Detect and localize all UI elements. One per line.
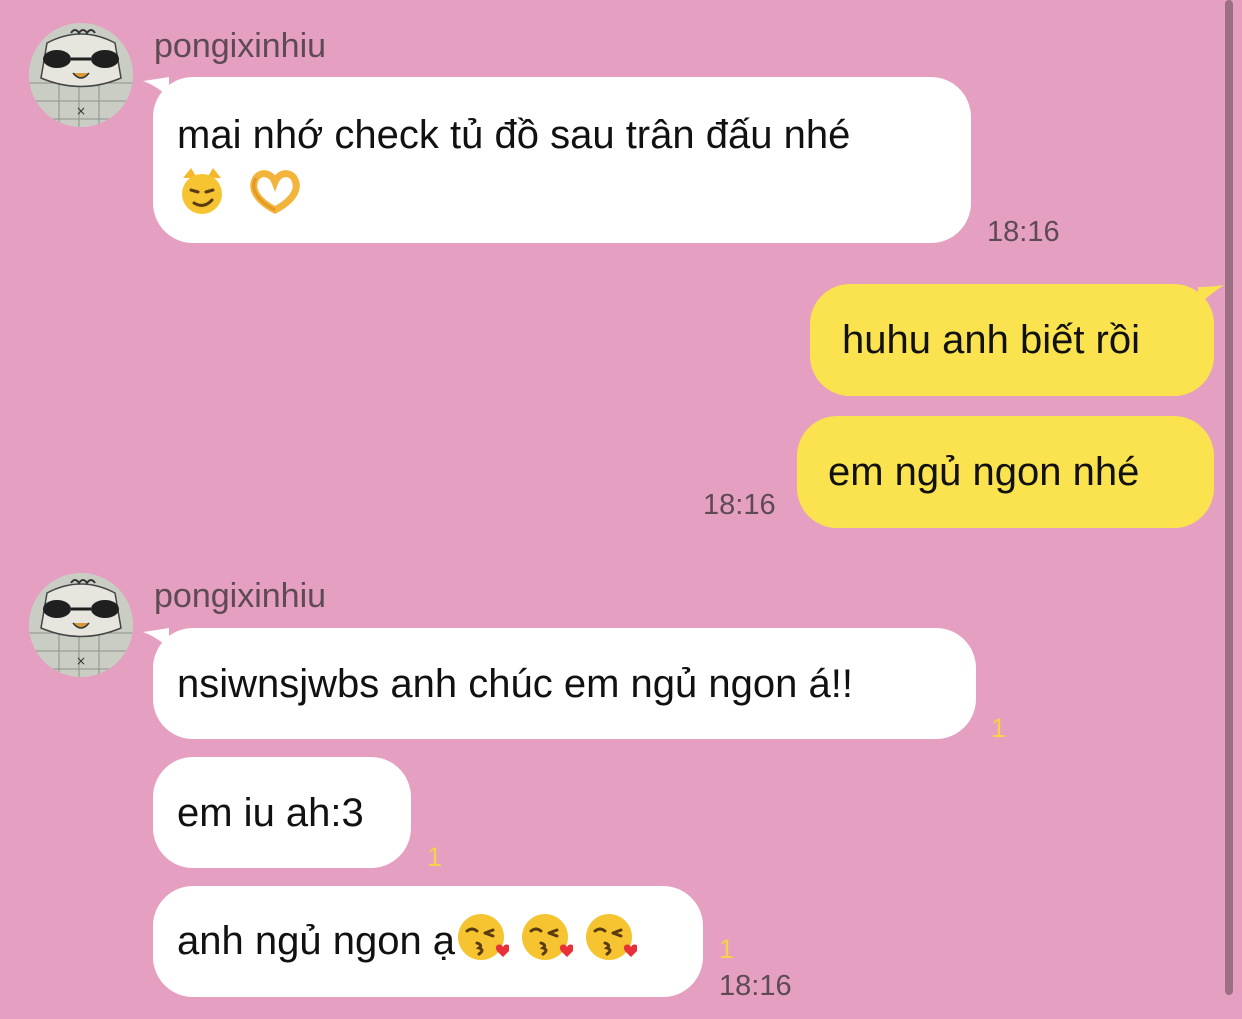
message-timestamp: 18:16 xyxy=(703,489,776,521)
incoming-message-bubble[interactable]: em iu ah:3 xyxy=(153,757,411,868)
kiss-heart-emoji xyxy=(586,914,638,961)
message-text: huhu anh biết rồi xyxy=(842,318,1141,362)
message-text: em iu ah:3 xyxy=(177,791,364,835)
cat-sunglasses-avatar-image: × xyxy=(29,23,133,127)
outgoing-message-bubble[interactable]: huhu anh biết rồi xyxy=(810,284,1214,396)
incoming-message-bubble[interactable]: anh ngủ ngon ạ xyxy=(153,886,703,997)
message-text: nsiwnsjwbs anh chúc em ngủ ngon á!! xyxy=(177,662,853,706)
message-timestamp: 18:16 xyxy=(987,216,1060,248)
message-text: mai nhớ check tủ đồ sau trân đấu nhé xyxy=(177,113,851,157)
message-text-content: anh ngủ ngon ạ xyxy=(177,919,456,963)
smirking-cat-emoji xyxy=(182,168,222,215)
incoming-message-bubble[interactable]: mai nhớ check tủ đồ sau trân đấu nhé xyxy=(153,77,971,243)
sender-name: pongixinhiu xyxy=(154,27,327,65)
cat-sunglasses-avatar-image: × xyxy=(29,573,133,677)
sender-name: pongixinhiu xyxy=(154,577,327,615)
heart-hands-emoji xyxy=(250,170,300,215)
svg-text:×: × xyxy=(76,104,86,118)
sender-avatar[interactable]: × xyxy=(29,573,133,677)
kiss-heart-emoji xyxy=(458,914,510,961)
message-text: anh ngủ ngon ạ xyxy=(177,914,638,966)
unread-count: 1 xyxy=(427,842,443,872)
incoming-bubble-tail xyxy=(143,77,169,97)
incoming-message-bubble[interactable]: nsiwnsjwbs anh chúc em ngủ ngon á!! xyxy=(153,628,976,739)
kiss-heart-emoji xyxy=(522,914,574,961)
incoming-bubble-tail xyxy=(143,628,169,648)
unread-count: 1 xyxy=(991,713,1007,743)
outgoing-message-bubble[interactable]: em ngủ ngon nhé xyxy=(797,416,1214,528)
svg-text:×: × xyxy=(76,654,86,668)
outgoing-bubble-tail xyxy=(1198,285,1224,305)
message-emoji-line xyxy=(177,164,304,216)
unread-count: 1 xyxy=(719,934,735,964)
message-timestamp: 18:16 xyxy=(719,970,792,1002)
chat-scrollbar[interactable] xyxy=(1225,0,1233,995)
message-text: em ngủ ngon nhé xyxy=(828,450,1140,494)
sender-avatar[interactable]: × xyxy=(29,23,133,127)
